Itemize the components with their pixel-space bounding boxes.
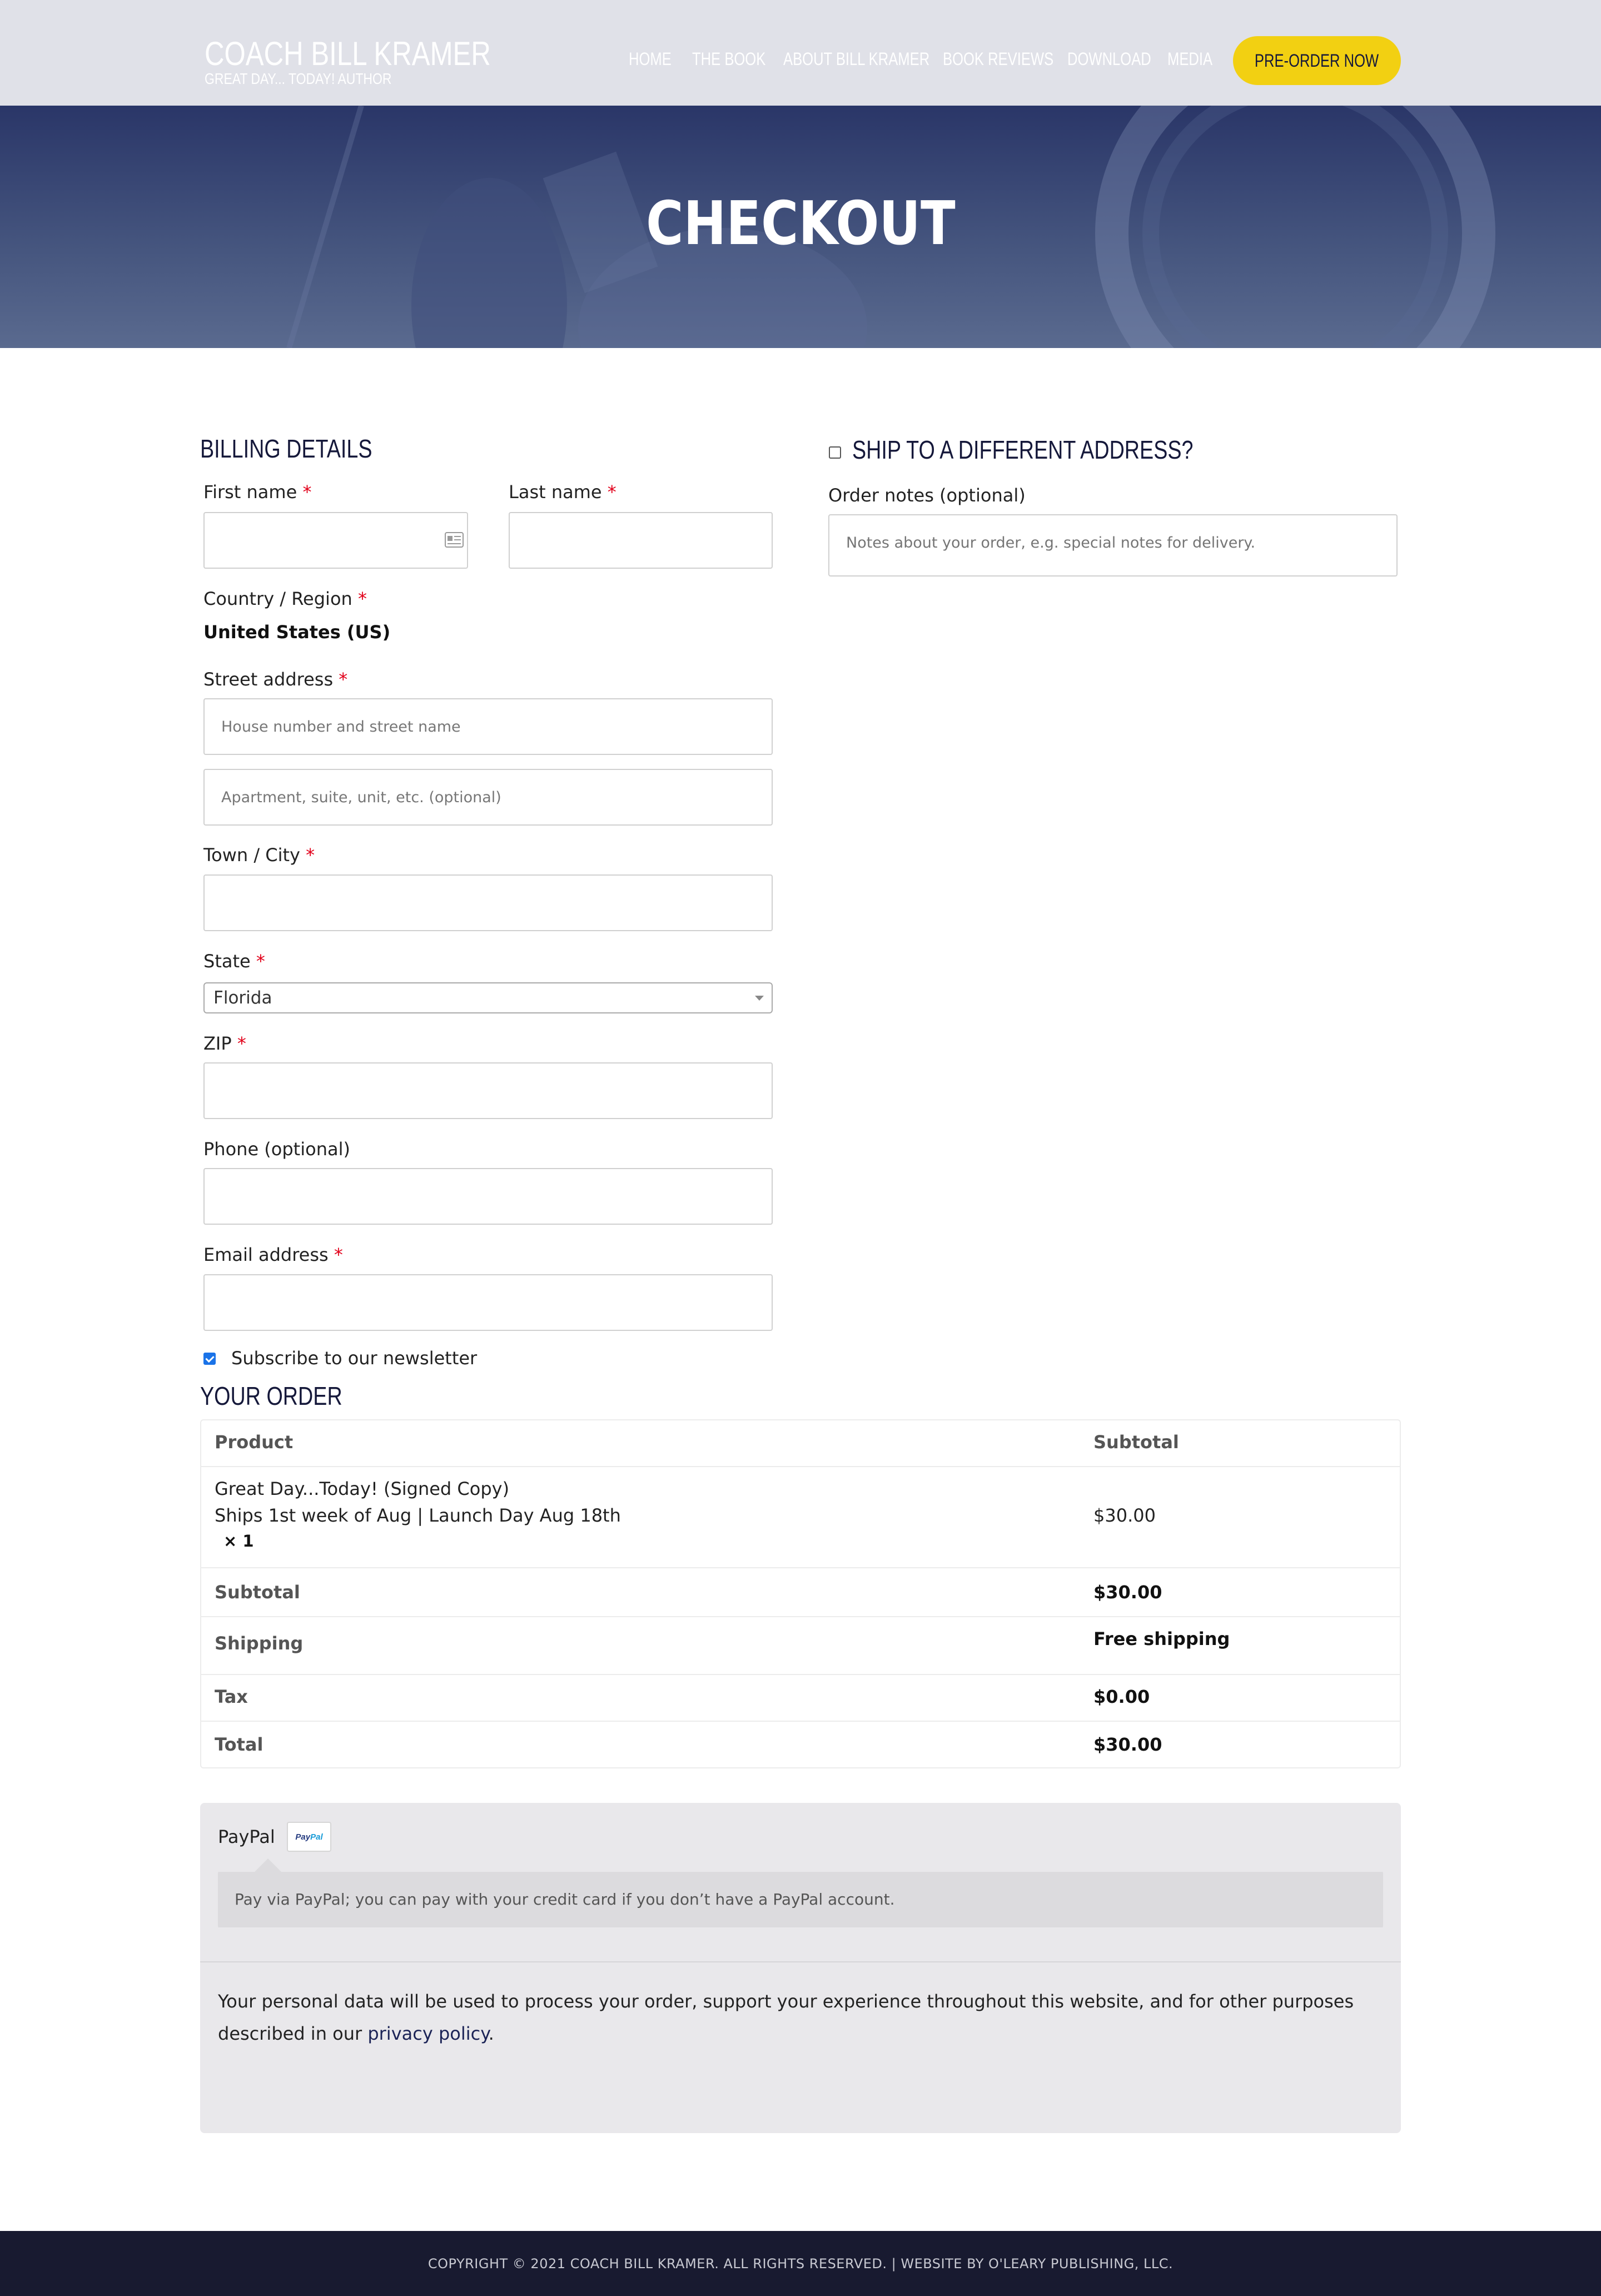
street-address-label: Street address * — [203, 669, 348, 690]
order-notes-textarea[interactable] — [828, 514, 1398, 577]
tax-value: $0.00 — [1093, 1686, 1150, 1707]
privacy-notice: Your personal data will be used to proce… — [218, 1985, 1385, 2050]
payment-box-pointer — [255, 1858, 281, 1872]
brand-title: COACH BILL KRAMER — [205, 35, 491, 72]
first-name-label: First name * — [203, 481, 312, 503]
item-name: Great Day...Today! (Signed Copy) — [215, 1478, 510, 1499]
nav-download[interactable]: DOWNLOAD — [1067, 49, 1151, 69]
paypal-logo-icon: Pay Pal — [287, 1822, 331, 1852]
table-header-subtotal: Subtotal — [1093, 1432, 1179, 1453]
pre-order-label: PRE-ORDER NOW — [1255, 50, 1379, 71]
brand-subtitle: GREAT DAY... TODAY! AUTHOR — [205, 70, 392, 87]
shipping-value: Free shipping — [1093, 1628, 1230, 1649]
row-divider — [201, 1616, 1400, 1617]
payment-panel: PayPal Pay Pal Pay via PayPal; you can pa… — [200, 1803, 1401, 2133]
email-label: Email address * — [203, 1244, 343, 1265]
nav-book-reviews[interactable]: BOOK REVIEWS — [943, 49, 1053, 69]
table-header-product: Product — [215, 1432, 294, 1453]
your-order-heading: YOUR ORDER — [200, 1381, 342, 1410]
privacy-end: . — [488, 2023, 494, 2044]
ship-different-checkbox[interactable] — [829, 446, 841, 459]
site-footer: COPYRIGHT © 2021 COACH BILL KRAMER. ALL … — [0, 2231, 1601, 2296]
payment-divider — [200, 1961, 1401, 1962]
street-address-input[interactable] — [203, 698, 773, 755]
paypal-description: Pay via PayPal; you can pay with your cr… — [218, 1872, 1383, 1927]
ship-different-heading[interactable]: SHIP TO A DIFFERENT ADDRESS? — [852, 435, 1194, 465]
apartment-input[interactable] — [203, 769, 773, 826]
zip-input[interactable] — [203, 1062, 773, 1119]
row-divider — [201, 1721, 1400, 1722]
item-price: $30.00 — [1093, 1505, 1156, 1526]
billing-heading: BILLING DETAILS — [200, 434, 372, 463]
nav-the-book[interactable]: THE BOOK — [692, 49, 765, 69]
nav-media[interactable]: MEDIA — [1167, 49, 1212, 69]
shipping-label: Shipping — [215, 1633, 304, 1654]
country-label: Country / Region * — [203, 588, 367, 609]
order-review-table: Product Subtotal Great Day...Today! (Sig… — [200, 1419, 1401, 1768]
total-label: Total — [215, 1734, 263, 1755]
page-title: CHECKOUT — [0, 189, 1601, 259]
order-notes-label: Order notes (optional) — [828, 485, 1026, 506]
country-value: United States (US) — [203, 622, 391, 643]
paypal-method-label[interactable]: PayPal — [218, 1826, 275, 1847]
tax-label: Tax — [215, 1686, 248, 1707]
phone-input[interactable] — [203, 1168, 773, 1225]
row-divider — [201, 1674, 1400, 1675]
site-logo[interactable]: COACH BILL KRAMER GREAT DAY... TODAY! AU… — [205, 34, 554, 88]
nav-about[interactable]: ABOUT BILL KRAMER — [783, 49, 929, 69]
phone-label: Phone (optional) — [203, 1139, 350, 1160]
nav-home[interactable]: HOME — [629, 49, 672, 69]
state-select[interactable]: Florida — [203, 982, 773, 1013]
last-name-input[interactable] — [509, 512, 773, 569]
last-name-label: Last name * — [509, 481, 616, 503]
page-hero: CHECKOUT — [0, 106, 1601, 348]
paypal-logo-pay: Pay — [295, 1832, 311, 1842]
state-selected-value: Florida — [213, 988, 272, 1008]
newsletter-label: Subscribe to our newsletter — [231, 1348, 478, 1369]
item-note: Ships 1st week of Aug | Launch Day Aug 1… — [215, 1505, 621, 1526]
site-header: COACH BILL KRAMER GREAT DAY... TODAY! AU… — [0, 0, 1601, 106]
page-title-text: CHECKOUT — [645, 189, 956, 259]
first-name-input[interactable] — [203, 512, 468, 569]
dropdown-caret-icon — [755, 996, 764, 1001]
subtotal-value: $30.00 — [1093, 1582, 1162, 1603]
city-input[interactable] — [203, 874, 773, 931]
copyright-text: COPYRIGHT © 2021 COACH BILL KRAMER. ALL … — [427, 2255, 1174, 2272]
item-quantity: × 1 — [223, 1532, 254, 1550]
privacy-policy-link[interactable]: privacy policy — [367, 2023, 488, 2044]
contact-card-icon[interactable] — [445, 532, 464, 548]
row-divider — [201, 1466, 1400, 1467]
zip-label: ZIP * — [203, 1033, 246, 1054]
subtotal-label: Subtotal — [215, 1582, 300, 1603]
pre-order-button[interactable]: PRE-ORDER NOW — [1233, 36, 1401, 85]
row-divider — [201, 1567, 1400, 1568]
city-label: Town / City * — [203, 844, 315, 866]
email-input[interactable] — [203, 1274, 773, 1331]
total-value: $30.00 — [1093, 1734, 1162, 1755]
newsletter-checkbox[interactable] — [203, 1353, 216, 1365]
state-label: State * — [203, 951, 265, 972]
paypal-logo-pal: Pal — [310, 1832, 323, 1842]
